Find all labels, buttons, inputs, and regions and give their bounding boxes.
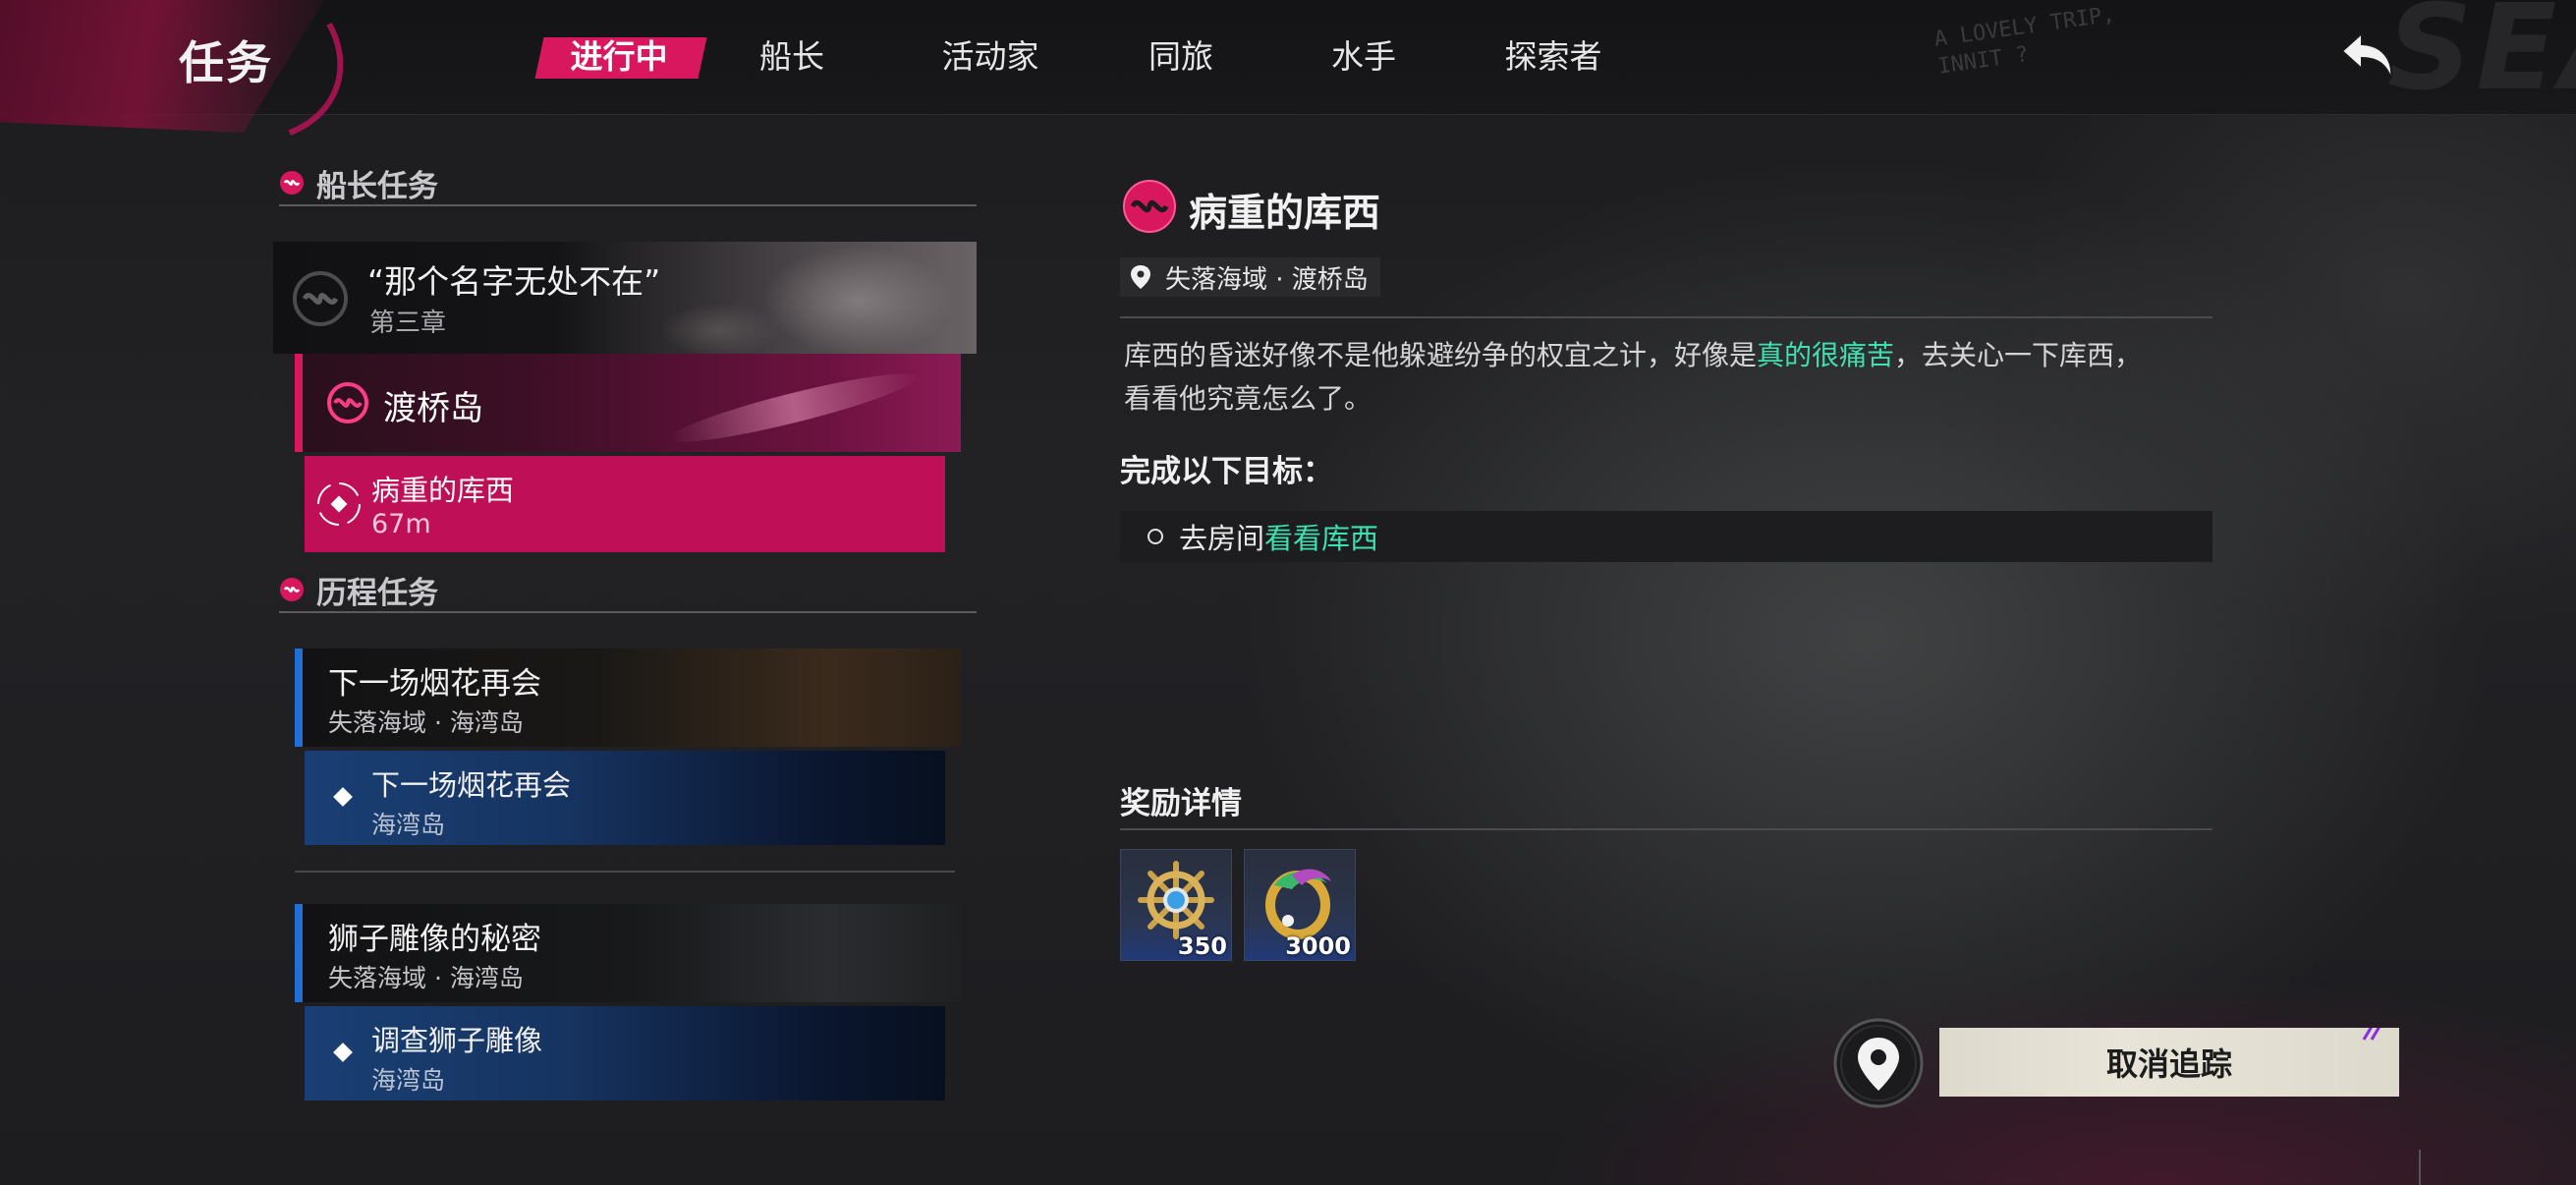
ship-wheel-icon <box>1138 861 1214 939</box>
gold-ring-icon <box>1265 869 1331 939</box>
objectives-heading: 完成以下目标： <box>1120 454 1333 489</box>
quest-description: 库西的昏迷好像不是他躲避纷争的权宜之计，好像是真的很痛苦，去关心一下库西， 看看… <box>1124 339 2143 415</box>
top-bar: 任务 进行中 船长 活动家 同旅 水手 探索者 A LOVELY TRIP, I… <box>0 0 2576 174</box>
history-quest-location: 失落海域 · 海湾岛 <box>328 964 524 992</box>
captain-quest-icon <box>280 171 304 195</box>
history-quest-card[interactable]: 下一场烟花再会 失落海域 · 海湾岛 <box>295 649 961 747</box>
quest-detail-title: 病重的库西 <box>1189 192 1381 236</box>
accent-slash-icon <box>2362 1028 2385 1041</box>
history-quest-section-header: 历程任务 <box>279 568 977 613</box>
detail-divider <box>1120 316 2212 318</box>
history-quest-name: 狮子雕像的秘密 <box>328 922 541 957</box>
active-quest-distance: 67m <box>371 509 431 539</box>
tab-companion[interactable]: 同旅 <box>1090 28 1272 86</box>
back-arrow-icon[interactable] <box>2336 28 2401 88</box>
objective-text: 去房间看看库西 <box>1179 522 1379 555</box>
decorative-caption: A LOVELY TRIP, INNIT ? <box>1932 2 2117 80</box>
subquest-location: 海湾岛 <box>371 1066 446 1095</box>
list-divider <box>295 871 955 873</box>
page-title: 任务 <box>179 36 273 89</box>
subquest-name: 下一场烟花再会 <box>371 768 572 802</box>
tab-captain[interactable]: 船长 <box>693 28 891 86</box>
history-quest-name: 下一场烟花再会 <box>328 666 541 702</box>
chapter-emblem-icon <box>293 271 348 326</box>
reward-quantity: 350 <box>1177 932 1227 960</box>
captain-quest-icon <box>327 382 368 423</box>
active-quest-item[interactable]: 病重的库西 67m <box>305 456 945 552</box>
island-name: 渡桥岛 <box>383 389 483 428</box>
rewards-divider <box>1120 828 2212 830</box>
decorative-brand-text: SEA <box>2387 0 2576 117</box>
quest-target-icon <box>317 482 361 526</box>
diamond-bullet-icon <box>333 1043 353 1062</box>
tab-bar: 进行中 船长 活动家 同旅 水手 探索者 <box>545 0 1652 114</box>
chapter-title: “那个名字无处不在” <box>367 262 661 301</box>
history-subquest-item[interactable]: 调查狮子雕像 海湾岛 <box>305 1006 945 1100</box>
tab-explorer[interactable]: 探索者 <box>1455 28 1652 86</box>
captain-quest-icon <box>1123 180 1176 233</box>
reward-item[interactable]: 350 <box>1120 849 1232 961</box>
objective-item: 去房间看看库西 <box>1120 511 2212 562</box>
tab-sailor[interactable]: 水手 <box>1272 28 1455 86</box>
cancel-tracking-button[interactable]: 取消追踪 <box>1939 1028 2399 1097</box>
reward-item[interactable]: 3000 <box>1244 849 1356 961</box>
captain-quest-section-label: 船长任务 <box>316 168 438 204</box>
location-pin-icon <box>1131 265 1150 289</box>
island-group-header[interactable]: 渡桥岛 <box>295 354 961 452</box>
objective-ring-icon <box>1148 529 1163 544</box>
active-quest-name: 病重的库西 <box>371 474 515 507</box>
rewards-heading: 奖励详情 <box>1120 786 1242 821</box>
history-quest-icon <box>280 578 304 601</box>
quest-location-tag: 失落海域 · 渡桥岛 <box>1120 257 1380 297</box>
chapter-subtitle: 第三章 <box>369 309 447 338</box>
history-quest-location: 失落海域 · 海湾岛 <box>328 708 524 737</box>
description-highlight: 真的很痛苦 <box>1757 339 1895 371</box>
captain-quest-section-header: 船长任务 <box>279 161 977 206</box>
chapter-artwork <box>662 242 977 354</box>
history-quest-card[interactable]: 狮子雕像的秘密 失落海域 · 海湾岛 <box>295 904 961 1002</box>
history-subquest-item[interactable]: 下一场烟花再会 海湾岛 <box>305 751 945 845</box>
subquest-location: 海湾岛 <box>371 811 446 839</box>
subquest-name: 调查狮子雕像 <box>371 1024 543 1057</box>
reward-quantity: 3000 <box>1285 932 1351 960</box>
track-pin-icon[interactable] <box>1831 1016 1926 1110</box>
tab-activist[interactable]: 活动家 <box>891 28 1090 86</box>
tab-in-progress[interactable]: 进行中 <box>545 28 693 86</box>
quest-location-text: 失落海域 · 渡桥岛 <box>1165 264 1369 295</box>
history-quest-section-label: 历程任务 <box>316 575 438 611</box>
chapter-card[interactable]: “那个名字无处不在” 第三章 <box>273 242 977 354</box>
diamond-bullet-icon <box>333 787 353 807</box>
edge-decoration <box>2419 1150 2421 1185</box>
